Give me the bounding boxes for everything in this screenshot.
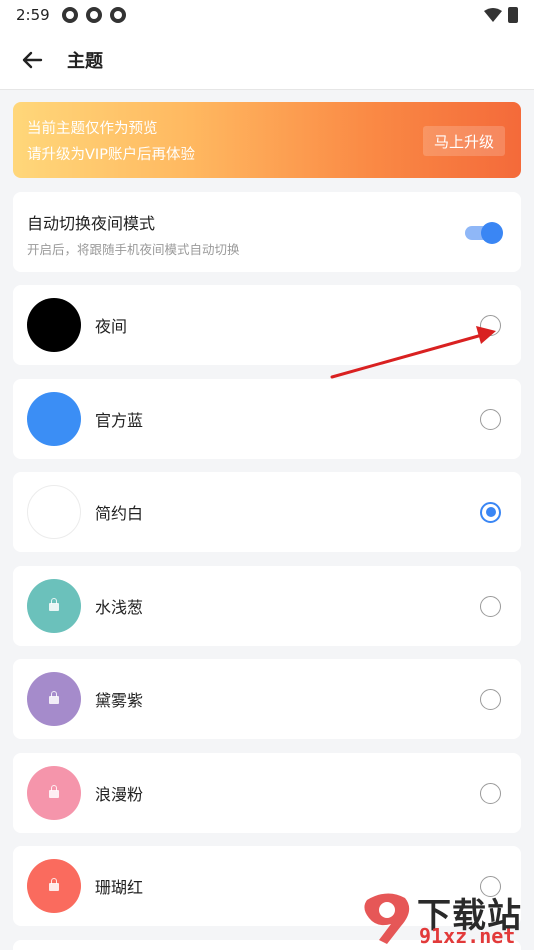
theme-swatch: [27, 859, 81, 913]
theme-label: 浪漫粉: [95, 785, 144, 804]
theme-radio[interactable]: [480, 408, 501, 430]
notification-icon: [61, 7, 78, 23]
theme-radio[interactable]: [480, 314, 501, 336]
notification-icon: [85, 7, 102, 23]
back-button[interactable]: [5, 30, 59, 90]
page-title: 主题: [67, 50, 103, 72]
battery-icon: [508, 7, 518, 23]
theme-label: 黛雾紫: [95, 691, 144, 710]
watermark: 下载站 91xz.net: [357, 888, 532, 948]
auto-night-card: 自动切换夜间模式 开启后，将跟随手机夜间模式自动切换: [13, 192, 521, 272]
theme-item-purple[interactable]: 黛雾紫: [13, 659, 521, 739]
theme-radio[interactable]: [480, 688, 501, 710]
status-time: 2:59: [16, 6, 50, 24]
notification-icon: [109, 7, 126, 23]
theme-item-teal[interactable]: 水浅葱: [13, 566, 521, 646]
theme-radio[interactable]: [480, 595, 501, 617]
lock-icon: [49, 691, 59, 704]
back-arrow-icon: [22, 51, 43, 68]
theme-label: 简约白: [95, 504, 144, 523]
notification-icons: [61, 7, 126, 23]
vip-banner: 当前主题仅作为预览 请升级为VIP账户后再体验 马上升级: [13, 102, 521, 178]
lock-icon: [49, 785, 59, 798]
app-header: 主题: [0, 30, 534, 90]
theme-swatch: [27, 672, 81, 726]
auto-night-subtitle: 开启后，将跟随手机夜间模式自动切换: [27, 242, 240, 257]
upgrade-button[interactable]: 马上升级: [423, 126, 505, 156]
auto-night-switch[interactable]: [465, 222, 503, 244]
theme-label: 夜间: [95, 317, 128, 336]
theme-item-simple-white[interactable]: 简约白: [13, 472, 521, 552]
theme-swatch: [27, 298, 81, 352]
theme-swatch: [27, 485, 81, 539]
lock-icon: [49, 598, 59, 611]
status-bar: 2:59: [0, 0, 534, 30]
auto-night-title: 自动切换夜间模式: [27, 214, 156, 233]
lock-icon: [49, 878, 59, 891]
theme-item-pink[interactable]: 浪漫粉: [13, 753, 521, 833]
theme-radio[interactable]: [480, 782, 501, 804]
theme-label: 珊瑚红: [95, 878, 144, 897]
theme-item-night[interactable]: 夜间: [13, 285, 521, 365]
theme-swatch: [27, 766, 81, 820]
wifi-icon: [484, 8, 502, 22]
theme-radio[interactable]: [480, 501, 501, 523]
theme-item-official-blue[interactable]: 官方蓝: [13, 379, 521, 459]
theme-label: 官方蓝: [95, 411, 144, 430]
theme-swatch: [27, 579, 81, 633]
theme-label: 水浅葱: [95, 598, 144, 617]
switch-knob: [481, 222, 503, 244]
theme-swatch: [27, 392, 81, 446]
watermark-logo: [364, 893, 410, 944]
watermark-url: 91xz.net: [419, 924, 516, 948]
